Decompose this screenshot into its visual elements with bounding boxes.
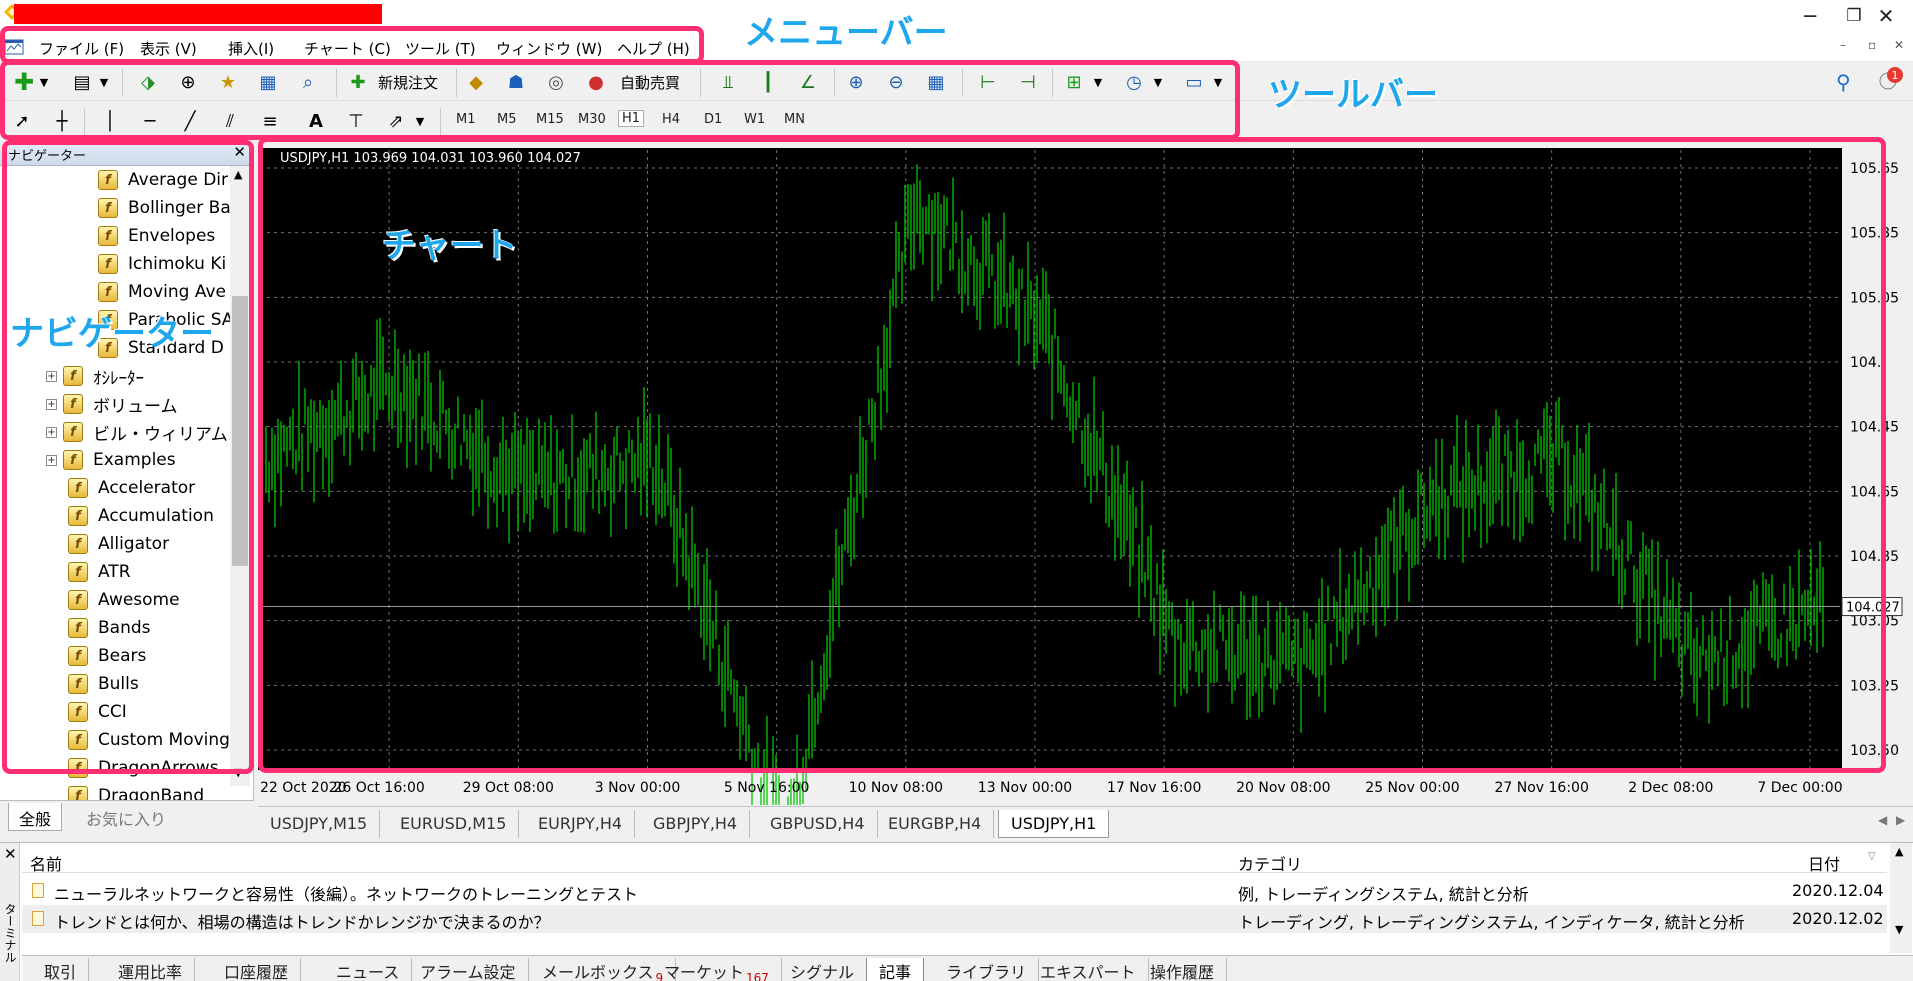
terminal-tab[interactable]: エキスパート [1028, 958, 1149, 981]
time-tick-label: 5 Nov 16:00 [724, 780, 809, 796]
time-tick-label: 3 Nov 00:00 [595, 780, 680, 796]
menubar-annotation: メニューバー [744, 13, 948, 53]
terminal-tab-label: 口座履歴 [224, 963, 289, 981]
navigator-highlight [2, 140, 254, 774]
terminal-scrollbar[interactable]: ▲ ▼ [1890, 843, 1912, 953]
terminal-close-icon[interactable]: ✕ [4, 845, 17, 863]
terminal-tab-label: エキスパート [1040, 963, 1136, 981]
chart-tab[interactable]: GBPUSD,H4 [758, 810, 878, 838]
terminal-tab-label: ライブラリ [946, 963, 1027, 981]
chart-tab[interactable]: GBPJPY,H4 [641, 810, 751, 838]
chart-annotation: チャート [382, 226, 518, 266]
article-name: ニューラルネットワークと容易性（後編）。ネットワークのトレーニングとテスト [54, 885, 639, 904]
terminal-table-header: 名前 カテゴリ 日付 ▽ [22, 849, 1887, 875]
search-icon[interactable]: ⚲ [1836, 70, 1851, 94]
tab-favorites[interactable]: お気に入り [76, 803, 176, 831]
terminal-side: ✕ ターミナル [0, 843, 20, 981]
article-icon [32, 883, 44, 898]
minimize-glyph [1788, 2, 1832, 30]
tab-scroll-left-icon[interactable]: ◀ [1878, 813, 1887, 827]
close-button[interactable]: ✕ [1864, 2, 1908, 30]
time-tick-label: 2 Dec 08:00 [1628, 780, 1713, 796]
terminal-tab-label: ニュース [336, 963, 400, 981]
time-tick-label: 29 Oct 08:00 [463, 780, 554, 796]
terminal-tab-bar: 取引 運用比率 口座履歴 ニュース アラーム設定 メールボックス 9 マーケット 167 シグナル… [22, 955, 1913, 981]
tab-general[interactable]: 全般 [8, 803, 63, 831]
mdi-restore-button[interactable]: ▫ [1868, 38, 1876, 52]
scroll-down-icon[interactable]: ▼ [1895, 923, 1903, 936]
mt4-window: ─ ❐ ✕ ファイル (F) 表示 (V) 挿入(I) チャート (C) ツール… [0, 0, 1913, 981]
table-row[interactable]: ニューラルネットワークと容易性（後編）。ネットワークのトレーニングとテスト 例,… [22, 877, 1887, 905]
time-tick-label: 27 Nov 16:00 [1494, 780, 1588, 796]
chart-tab[interactable]: EURJPY,H4 [526, 810, 636, 838]
terminal-tab[interactable]: アラーム設定 [408, 958, 529, 981]
column-name[interactable]: 名前 [30, 851, 62, 875]
chart-tab-bar: ◀ ▶ USDJPY,M15 EURUSD,M15 EURJPY,H4 GBPJPY,… [258, 806, 1913, 840]
notification-bell-icon[interactable]: 1 [1878, 66, 1904, 92]
article-category: トレーディング, トレーディングシステム, インディケータ, 統計と分析 [1238, 913, 1745, 932]
terminal-tab[interactable]: マーケット 167 [652, 958, 782, 981]
terminal-tab-label: マーケット [664, 963, 745, 981]
time-tick-label: 10 Nov 08:00 [849, 780, 943, 796]
time-tick-label: 17 Nov 16:00 [1107, 780, 1201, 796]
chart-tab[interactable]: EURUSD,M15 [388, 810, 520, 838]
article-date: 2020.12.04 [1792, 881, 1884, 900]
time-axis: 22 Oct 202026 Oct 16:00 29 Oct 08:00 3 Nov… [260, 780, 1843, 796]
terminal-tab-label: 操作履歴 [1150, 963, 1215, 981]
toolbar-highlight [0, 60, 1240, 140]
time-tick-label: 25 Nov 00:00 [1365, 780, 1459, 796]
terminal-tab[interactable]: 運用比率 [106, 958, 196, 981]
terminal-tab-label: 取引 [44, 963, 77, 981]
market-count-badge: 167 [746, 971, 769, 981]
terminal-tab-label: メールボックス [542, 963, 654, 981]
table-row[interactable]: トレンドとは何か、相場の構造はトレンドかレンジかで決まるのか？ トレーディング,… [22, 905, 1887, 933]
tab-scroll-right-icon[interactable]: ▶ [1896, 813, 1905, 827]
chart-tab[interactable]: USDJPY,M15 [258, 810, 381, 838]
time-tick-label: 7 Dec 00:00 [1757, 780, 1842, 796]
time-tick-label: 13 Nov 00:00 [978, 780, 1072, 796]
sort-indicator-icon: ▽ [1868, 851, 1876, 862]
mdi-minimize-button[interactable]: – [1840, 38, 1846, 52]
terminal-tab-label: アラーム設定 [420, 963, 516, 981]
article-category: 例, トレーディングシステム, 統計と分析 [1238, 885, 1529, 904]
terminal-tab[interactable]: 操作履歴 [1138, 958, 1228, 981]
article-name: トレンドとは何か、相場の構造はトレンドかレンジかで決まるのか？ [54, 913, 550, 932]
terminal-tab[interactable]: ニュース [324, 958, 413, 981]
terminal-panel: ✕ ターミナル 名前 カテゴリ 日付 ▽ ニューラルネットワークと容易性（後編）… [0, 842, 1913, 981]
terminal-tab[interactable]: シグナル [778, 958, 868, 981]
terminal-tab[interactable]: ライブラリ [934, 958, 1040, 981]
time-tick-label: 26 Oct 16:00 [334, 780, 425, 796]
terminal-side-label: ターミナル [3, 903, 17, 963]
terminal-tab[interactable]: 取引 [32, 958, 90, 981]
column-category[interactable]: カテゴリ [1238, 851, 1302, 875]
toolbar-annotation: ツールバー [1268, 75, 1438, 115]
terminal-tab[interactable]: 口座履歴 [212, 958, 302, 981]
terminal-tab-label: シグナル [790, 963, 855, 981]
navigator-tabs: 全般 お気に入り [0, 800, 254, 840]
chart-tab[interactable]: EURGBP,H4 [876, 810, 995, 838]
time-tick-label: 20 Nov 08:00 [1236, 780, 1330, 796]
navigator-annotation: ナビゲーター [10, 314, 214, 354]
terminal-tab-label: 記事 [879, 963, 912, 981]
menubar-highlight [0, 26, 704, 64]
column-date[interactable]: 日付 [1808, 851, 1840, 875]
article-date: 2020.12.02 [1792, 909, 1884, 928]
terminal-tab-label: 運用比率 [118, 963, 183, 981]
scroll-up-icon[interactable]: ▲ [1895, 845, 1903, 858]
chart-tab[interactable]: USDJPY,H1 [998, 810, 1110, 838]
notification-count: 1 [1892, 69, 1899, 82]
title-redacted [14, 4, 382, 24]
article-icon [32, 911, 44, 926]
mdi-close-button[interactable]: ✕ [1894, 38, 1904, 52]
terminal-tab[interactable]: 記事 [866, 958, 925, 981]
